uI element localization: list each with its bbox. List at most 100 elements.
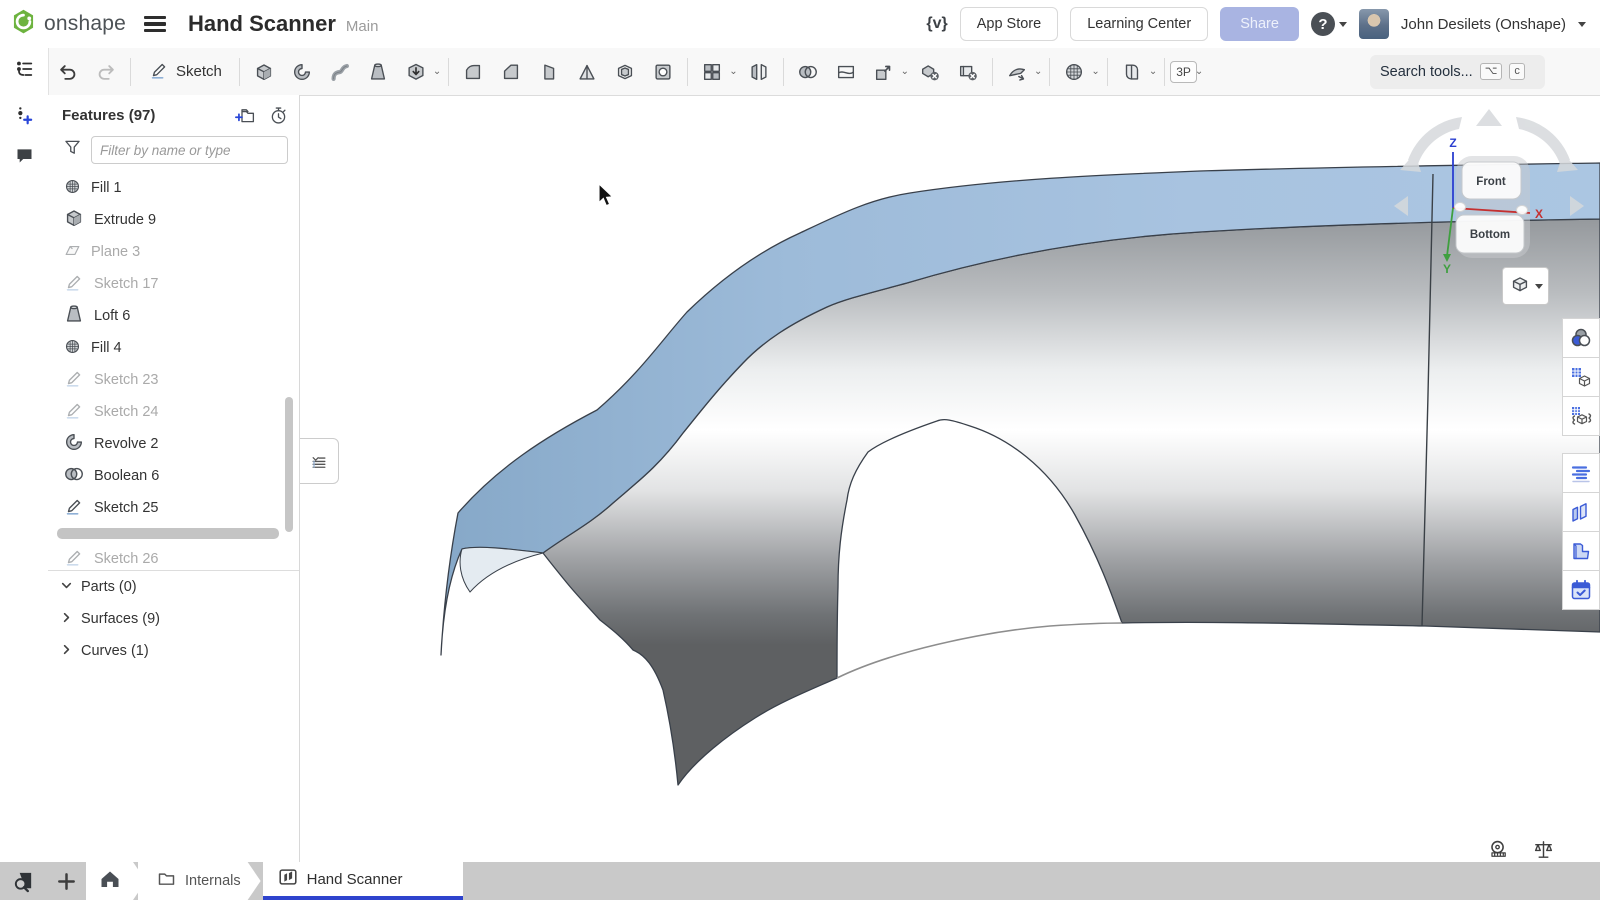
feature-item-label: Loft 6 xyxy=(94,308,130,324)
sketch-feature-icon xyxy=(63,367,85,393)
active-tab-hand-scanner[interactable]: Hand Scanner xyxy=(263,862,463,900)
feature-item-boolean-6[interactable]: Boolean 6 xyxy=(48,460,299,492)
onshape-logo[interactable]: onshape xyxy=(0,8,126,40)
user-menu[interactable]: John Desilets (Onshape) xyxy=(1401,16,1566,33)
calendar-check-icon[interactable] xyxy=(1562,570,1600,609)
toolbar-thicken-button[interactable] xyxy=(397,53,435,91)
list-lines-icon[interactable] xyxy=(1562,453,1600,492)
vertical-scrollbar[interactable] xyxy=(285,397,293,532)
model-band-endcap xyxy=(460,547,543,592)
toolbar-move-face-button[interactable] xyxy=(998,53,1036,91)
learning-center-button[interactable]: Learning Center xyxy=(1070,7,1208,41)
view-options-button[interactable] xyxy=(1502,267,1549,305)
help-menu[interactable]: ? xyxy=(1311,12,1347,36)
toolbar-revolve-button[interactable] xyxy=(283,53,321,91)
horizontal-scrollbar[interactable] xyxy=(57,528,279,539)
feature-item-sketch-17[interactable]: Sketch 17 xyxy=(48,268,299,300)
toolbar-delete-part-button[interactable] xyxy=(911,53,949,91)
search-tabs-button[interactable] xyxy=(0,862,46,900)
toolbar-transform-button[interactable] xyxy=(865,53,903,91)
main-menu-icon[interactable] xyxy=(144,16,166,32)
share-button[interactable]: Share xyxy=(1220,7,1299,41)
divider xyxy=(130,58,131,86)
folder-breadcrumb-tab[interactable]: Internals xyxy=(138,862,261,900)
feature-item-plane-3[interactable]: Plane 3 xyxy=(48,236,299,268)
expand-feature-panel-tab[interactable] xyxy=(300,438,339,484)
front-face-label: Front xyxy=(1476,176,1506,188)
chevron-down-icon[interactable]: ⌄ xyxy=(1149,66,1157,77)
feature-item-fill-4[interactable]: Fill 4 xyxy=(48,332,299,364)
section-curves[interactable]: Curves (1) xyxy=(48,635,299,667)
toolbar-shell-button[interactable] xyxy=(606,53,644,91)
toolbar-fill-surface-button[interactable] xyxy=(1055,53,1093,91)
feature-item-loft-6[interactable]: Loft 6 xyxy=(48,300,299,332)
search-tools-field[interactable]: Search tools... ⌥ c xyxy=(1370,55,1545,89)
sketch-pencil-icon xyxy=(148,59,170,85)
insert-version-icon[interactable] xyxy=(0,95,48,135)
toolbar-enclose-button[interactable] xyxy=(1113,53,1151,91)
toolbar-draft-button[interactable] xyxy=(530,53,568,91)
feature-item-sketch-24[interactable]: Sketch 24 xyxy=(48,396,299,428)
chevron-down-icon[interactable]: ⌄ xyxy=(729,66,737,77)
toolbar-rib-button[interactable] xyxy=(568,53,606,91)
toolbar-split-button[interactable] xyxy=(827,53,865,91)
toolbar-extrude-button[interactable] xyxy=(245,53,283,91)
chevron-down-icon[interactable]: ⌄ xyxy=(433,66,441,77)
chevron-down-icon[interactable]: ⌄ xyxy=(1034,66,1042,77)
chevron-down-icon[interactable]: ⌄ xyxy=(1091,66,1099,77)
home-icon xyxy=(98,867,122,896)
filter-icon[interactable] xyxy=(62,137,83,163)
view-cube[interactable]: Z Front X Bottom Y xyxy=(1372,106,1600,276)
avatar[interactable] xyxy=(1359,9,1389,39)
comment-icon[interactable] xyxy=(0,135,48,175)
new-tab-button[interactable] xyxy=(46,862,86,900)
feature-item-sketch-25[interactable]: Sketch 25 xyxy=(48,492,299,524)
feature-item-label: Sketch 23 xyxy=(94,372,159,388)
feature-list: Fill 1Extrude 9Plane 3Sketch 17 Loft 6 Fil… xyxy=(48,172,299,571)
feature-item-fill-1[interactable]: Fill 1 xyxy=(48,172,299,204)
featurescript-icon[interactable]: {v} xyxy=(926,15,947,33)
feature-toolbar: Sketch ⌄ ⌄ ⌄ ⌄ ⌄ ⌄ 3P ⌄ Search tools... ⌥ c xyxy=(0,48,1600,96)
chevron-right-icon[interactable] xyxy=(60,611,73,628)
sketch-button[interactable]: Sketch xyxy=(136,59,234,85)
view-mode-button[interactable]: 3P xyxy=(1170,61,1197,83)
section-parts[interactable]: Parts (0) xyxy=(48,571,299,603)
chevron-right-icon[interactable] xyxy=(60,643,73,660)
feature-item-extrude-9[interactable]: Extrude 9 xyxy=(48,204,299,236)
y-axis xyxy=(1447,208,1453,256)
chevron-down-icon[interactable]: ⌄ xyxy=(1195,66,1203,77)
toolbar-mirror-button[interactable] xyxy=(740,53,778,91)
filter-input[interactable] xyxy=(91,136,288,164)
toolbar-chamfer-button[interactable] xyxy=(492,53,530,91)
grid-cube-icon[interactable] xyxy=(1562,357,1600,396)
feature-item-sketch-26[interactable]: Sketch 26 xyxy=(48,543,299,571)
toolbar-boolean-button[interactable] xyxy=(789,53,827,91)
workspace-name[interactable]: Main xyxy=(346,18,379,35)
help-icon[interactable]: ? xyxy=(1311,12,1335,36)
corner-part-icon[interactable] xyxy=(1562,531,1600,570)
toolbar-delete-face-button[interactable] xyxy=(949,53,987,91)
chevron-down-icon[interactable]: ⌄ xyxy=(901,66,909,77)
new-folder-icon[interactable] xyxy=(235,105,256,126)
redo-button[interactable] xyxy=(87,53,125,91)
app-store-button[interactable]: App Store xyxy=(960,7,1059,41)
toolbar-hole-button[interactable] xyxy=(644,53,682,91)
onshape-app: { "header": { "logo_text": "onshape", "t… xyxy=(0,0,1600,900)
toolbar-loft-button[interactable] xyxy=(359,53,397,91)
x-axis-label: X xyxy=(1535,207,1543,221)
chevron-down-icon[interactable] xyxy=(1578,22,1586,27)
toolbar-pattern-button[interactable] xyxy=(693,53,731,91)
rollback-history-icon[interactable] xyxy=(268,105,289,126)
undo-button[interactable] xyxy=(49,53,87,91)
cube-braces-icon[interactable] xyxy=(1562,396,1600,435)
toggle-feature-list-button[interactable] xyxy=(0,48,49,95)
toolbar-fillet-button[interactable] xyxy=(454,53,492,91)
chevron-down-icon[interactable] xyxy=(60,579,73,596)
appearance-icon[interactable] xyxy=(1562,318,1600,357)
section-surfaces[interactable]: Surfaces (9) xyxy=(48,603,299,635)
toolbar-sweep-button[interactable] xyxy=(321,53,359,91)
feature-item-revolve-2[interactable]: Revolve 2 xyxy=(48,428,299,460)
feature-item-sketch-23[interactable]: Sketch 23 xyxy=(48,364,299,396)
home-tab[interactable] xyxy=(86,862,146,900)
parts-columns-icon[interactable] xyxy=(1562,492,1600,531)
